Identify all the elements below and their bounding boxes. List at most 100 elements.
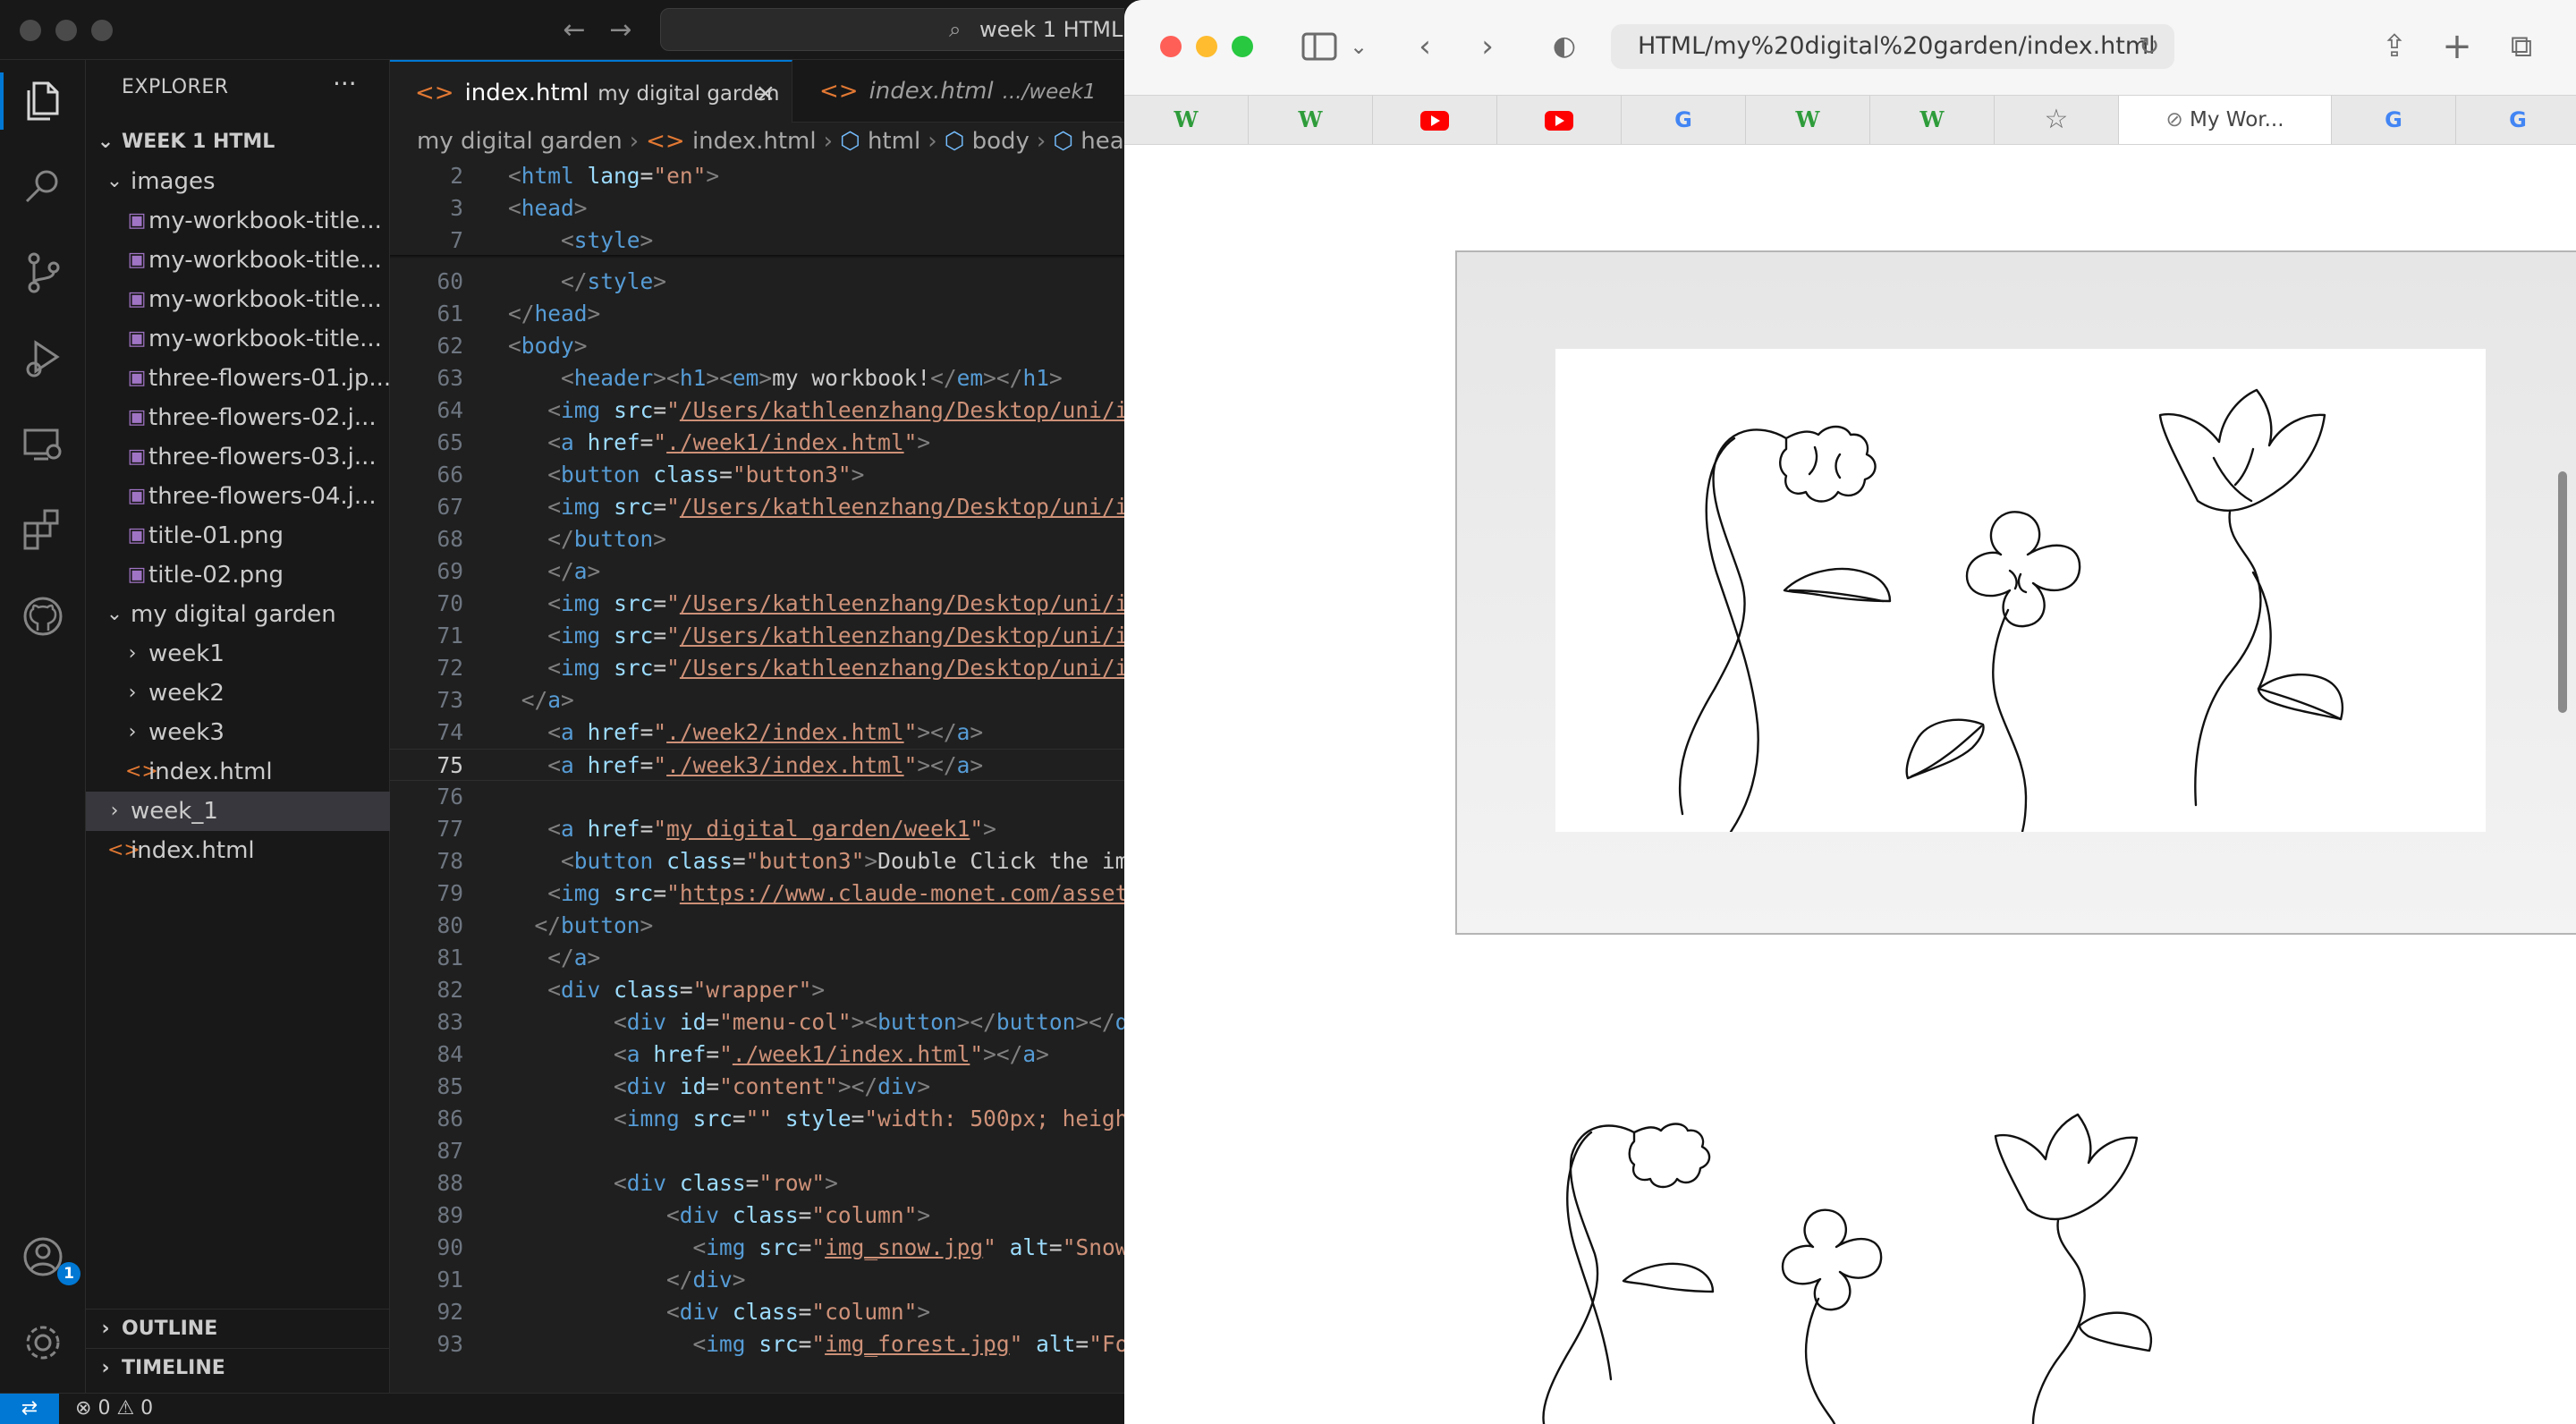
code-line[interactable]: 85 <div id="content"></div>	[390, 1071, 1124, 1103]
more-actions-icon[interactable]: ···	[333, 69, 357, 98]
tab-index-week1[interactable]: <> index.html .../week1	[794, 60, 1124, 123]
code-line[interactable]: 69 </a>	[390, 555, 1124, 588]
tree-item[interactable]: <> index.html	[86, 831, 390, 870]
run-debug-icon[interactable]	[16, 332, 70, 386]
tree-item[interactable]: ▣ three-flowers-02.j...	[86, 398, 390, 437]
extensions-icon[interactable]	[16, 504, 70, 557]
back-chevron-icon[interactable]: ‹	[1407, 25, 1443, 68]
remote-indicator-icon[interactable]: ⇄	[0, 1394, 59, 1424]
tab-overview-icon[interactable]: ⧉	[2502, 25, 2541, 68]
code-line[interactable]: 82 <div class="wrapper">	[390, 974, 1124, 1006]
tree-item[interactable]: ⌄ images	[86, 162, 390, 201]
tree-item[interactable]: ▣ my-workbook-title...	[86, 201, 390, 241]
search-icon[interactable]	[16, 160, 70, 214]
new-tab-plus-icon[interactable]: +	[2437, 25, 2477, 68]
browser-tab[interactable]: W	[1870, 96, 1995, 144]
code-line[interactable]: 3 <head>	[390, 192, 1124, 225]
browser-tab[interactable]: W	[1249, 96, 1373, 144]
code-line[interactable]: 70 <img src="/Users/kathleenzhang/Deskto…	[390, 588, 1124, 620]
code-line[interactable]: 64 <img src="/Users/kathleenzhang/Deskto…	[390, 394, 1124, 427]
forward-arrow-icon[interactable]: →	[603, 13, 639, 48]
code-line[interactable]: 78 <button class="button3">Double Click …	[390, 845, 1124, 877]
code-line[interactable]: 75 <a href="./week3/index.html"></a>	[390, 749, 1124, 781]
code-line[interactable]: 89 <div class="column">	[390, 1199, 1124, 1232]
breadcrumb-file[interactable]: index.html	[692, 128, 817, 155]
web-page-viewport[interactable]	[1124, 145, 2576, 1424]
tree-item[interactable]: ▣ my-workbook-title...	[86, 241, 390, 280]
outline-section[interactable]: › OUTLINE	[86, 1309, 390, 1348]
minimize-window-button[interactable]	[55, 20, 77, 41]
code-line[interactable]: 73 </a>	[390, 684, 1124, 716]
tree-item[interactable]: ⌄ my digital garden	[86, 595, 390, 634]
code-line[interactable]: 68 </button>	[390, 523, 1124, 555]
tree-item[interactable]: › week2	[86, 674, 390, 713]
code-line[interactable]: 88 <div class="row">	[390, 1167, 1124, 1199]
minimize-window-button[interactable]	[1196, 36, 1217, 57]
back-arrow-icon[interactable]: ←	[556, 13, 592, 48]
code-line[interactable]: 60 </style>	[390, 266, 1124, 298]
code-line[interactable]: 62 <body>	[390, 330, 1124, 362]
sidebar-icon[interactable]	[1294, 25, 1344, 68]
tree-item[interactable]: › week1	[86, 634, 390, 674]
code-line[interactable]: 93 <img src="img_forest.jpg" alt="For	[390, 1328, 1124, 1360]
tree-item[interactable]: › week3	[86, 713, 390, 752]
tree-item[interactable]: ▣ title-02.png	[86, 555, 390, 595]
code-line[interactable]: 65 <a href="./week1/index.html">	[390, 427, 1124, 459]
code-line[interactable]: 79 <img src="https://www.claude-monet.co…	[390, 877, 1124, 910]
tree-item[interactable]: ▣ my-workbook-title...	[86, 319, 390, 359]
address-bar[interactable]: HTML/my%20digital%20garden/index.html	[1611, 24, 2174, 69]
browser-tab[interactable]: W	[1124, 96, 1249, 144]
tree-item[interactable]: ▣ three-flowers-01.jp...	[86, 359, 390, 398]
problems-indicator[interactable]: ⊗ 0 ⚠ 0	[75, 1394, 153, 1424]
code-line[interactable]: 66 <button class="button3">	[390, 459, 1124, 491]
browser-tab[interactable]	[1373, 96, 1497, 144]
tree-item[interactable]: ▣ title-01.png	[86, 516, 390, 555]
reload-icon[interactable]: ↻	[2139, 24, 2159, 69]
code-line[interactable]: 83 <div id="menu-col"><button></button><…	[390, 1006, 1124, 1038]
close-icon[interactable]: ×	[755, 62, 775, 123]
tree-item[interactable]: ▣ my-workbook-title...	[86, 280, 390, 319]
command-center-search[interactable]: ⌕ week 1 HTML	[660, 8, 1124, 51]
chevron-down-icon[interactable]: ⌄	[1348, 25, 1369, 68]
code-line[interactable]: 81 </a>	[390, 942, 1124, 974]
accounts-icon[interactable]: 1	[16, 1230, 80, 1285]
code-line[interactable]: 63 <header><h1><em>my workbook!</em></h1…	[390, 362, 1124, 394]
code-line[interactable]: 91 </div>	[390, 1264, 1124, 1296]
tab-index-my-digital-garden[interactable]: <> index.html my digital garden ×	[390, 60, 792, 123]
close-window-button[interactable]	[20, 20, 41, 41]
github-icon[interactable]	[16, 589, 70, 643]
source-control-icon[interactable]	[16, 246, 70, 300]
browser-tab[interactable]: ⊘ My Wor...	[2119, 96, 2332, 144]
tree-item[interactable]: ▣ three-flowers-04.j...	[86, 477, 390, 516]
code-line[interactable]: 74 <a href="./week2/index.html"></a>	[390, 716, 1124, 749]
privacy-shield-icon[interactable]: ◐	[1546, 25, 1582, 68]
breadcrumb-body[interactable]: body	[972, 128, 1030, 155]
settings-gear-icon[interactable]	[16, 1316, 70, 1369]
code-line[interactable]: 67 <img src="/Users/kathleenzhang/Deskto…	[390, 491, 1124, 523]
code-line[interactable]: 84 <a href="./week1/index.html"></a>	[390, 1038, 1124, 1071]
code-line[interactable]: 76	[390, 781, 1124, 813]
code-line[interactable]: 61 </head>	[390, 298, 1124, 330]
code-line[interactable]: 2 <html lang="en">	[390, 160, 1124, 192]
explorer-icon[interactable]	[16, 74, 70, 128]
code-line[interactable]: 86 <imng src="" style="width: 500px; hei…	[390, 1103, 1124, 1135]
tree-item[interactable]: › week_1	[86, 792, 390, 831]
code-line[interactable]: 7 <style>	[390, 225, 1124, 257]
browser-tab[interactable]: W	[1746, 96, 1870, 144]
hero-image-frame[interactable]	[1455, 250, 2576, 935]
tree-item[interactable]: <> index.html	[86, 752, 390, 792]
breadcrumb-head[interactable]: head	[1080, 128, 1124, 155]
code-editor[interactable]: 2 <html lang="en"> 3 <head> 7 <style> 60 </st…	[390, 160, 1124, 1393]
page-scrollbar[interactable]	[2558, 471, 2567, 713]
zoom-window-button[interactable]	[1232, 36, 1253, 57]
breadcrumb-folder[interactable]: my digital garden	[417, 128, 623, 155]
forward-chevron-icon[interactable]: ›	[1470, 25, 1505, 68]
browser-tab[interactable]: G	[1622, 96, 1746, 144]
code-line[interactable]: 90 <img src="img_snow.jpg" alt="Snow"	[390, 1232, 1124, 1264]
zoom-window-button[interactable]	[91, 20, 113, 41]
browser-tab[interactable]: G	[2456, 96, 2576, 144]
code-line[interactable]: 80 </button>	[390, 910, 1124, 942]
code-line[interactable]: 87	[390, 1135, 1124, 1167]
tree-item[interactable]: ▣ three-flowers-03.j...	[86, 437, 390, 477]
workspace-root[interactable]: ⌄ WEEK 1 HTML	[86, 123, 390, 162]
